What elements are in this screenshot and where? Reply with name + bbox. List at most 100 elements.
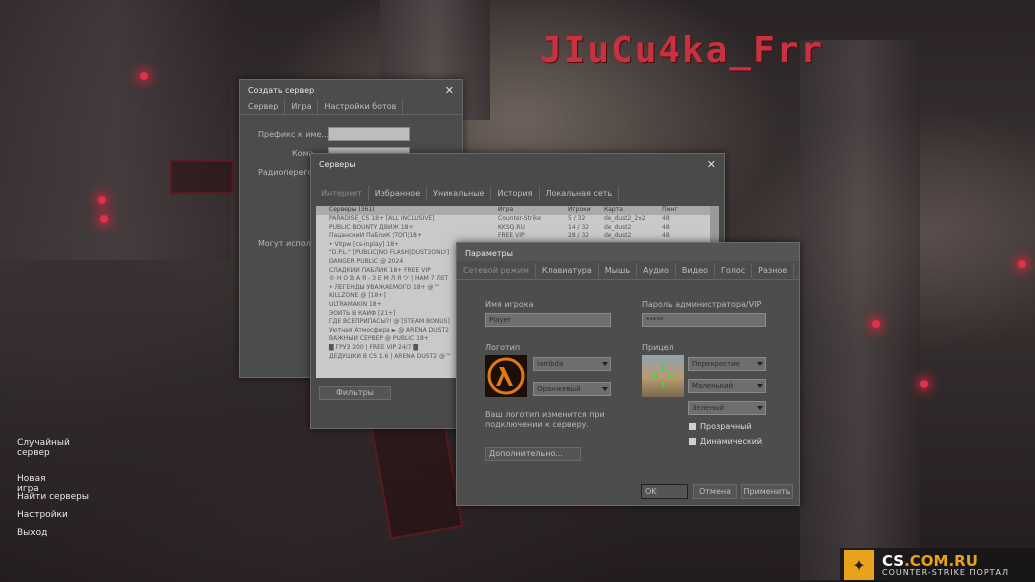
server-cell: ПацанскиЙ ПаБлиК ¦ТОП¦18+ xyxy=(329,232,422,240)
options-window: Параметры Сетевой режим Клавиатура Мышь … xyxy=(456,242,800,506)
tab-multiplayer[interactable]: Сетевой режим xyxy=(457,263,536,278)
soldier-icon: ✦ xyxy=(844,550,874,580)
player-name-input[interactable]: Player xyxy=(485,313,611,327)
dynamic-label: Динамический xyxy=(700,437,763,446)
advanced-button[interactable]: Дополнительно... xyxy=(485,447,581,461)
tab-mouse[interactable]: Мышь xyxy=(599,263,638,278)
clan-logo-text: JIuCu4ka_Frr xyxy=(540,30,825,71)
server-list-header: Серверы (361) Игра Игроки Карта Пинг xyxy=(316,206,719,215)
column-game[interactable]: Игра xyxy=(498,206,568,215)
watermark-title: CS.COM.RU xyxy=(882,551,1009,570)
crosshair-color-value: Зеленый xyxy=(692,404,725,412)
column-ping[interactable]: Пинг xyxy=(662,206,692,215)
chevron-down-icon xyxy=(602,362,608,366)
server-cell: 48 xyxy=(662,215,670,222)
options-tabs: Сетевой режим Клавиатура Мышь Аудио Виде… xyxy=(457,263,795,278)
server-cell: 14 / 32 xyxy=(568,223,590,231)
close-icon[interactable]: ✕ xyxy=(707,158,716,171)
bg-light xyxy=(98,196,106,204)
window-title: Серверы xyxy=(319,160,356,169)
server-row[interactable]: PUBLIC BOUNTY ДВИЖ 18+ KKSQ.RU 14 / 32 de_d… xyxy=(316,224,719,233)
crosshair-type-value: Перекрестие xyxy=(692,360,741,368)
crosshair-size-select[interactable]: Маленький xyxy=(688,379,766,393)
create-server-tabs: Сервер Игра Настройки ботов xyxy=(242,99,404,114)
server-cell: 28 / 32 xyxy=(568,232,590,240)
bg-pillar xyxy=(800,40,920,580)
bg-light xyxy=(1018,260,1026,268)
watermark-title-a: CS xyxy=(882,551,905,570)
bg-light xyxy=(872,320,880,328)
logo-color-value: Оранжевый xyxy=(537,385,581,393)
crosshair-preview xyxy=(642,355,684,397)
menu-quit[interactable]: Выход xyxy=(17,528,47,538)
column-players[interactable]: Игроки xyxy=(568,206,604,215)
cancel-button[interactable]: Отмена xyxy=(693,484,737,499)
tab-game[interactable]: Игра xyxy=(285,99,319,114)
chevron-down-icon xyxy=(757,384,763,388)
server-cell: 48 xyxy=(662,232,670,240)
chevron-down-icon xyxy=(757,406,763,410)
logo-select-value: lambda xyxy=(537,360,564,368)
crosshair-label: Прицел xyxy=(642,343,674,352)
admin-password-label: Пароль администратора/VIP xyxy=(642,300,762,309)
menu-new-game[interactable]: Новая игра xyxy=(17,474,46,494)
logo-select[interactable]: lambda xyxy=(533,357,611,371)
tab-video[interactable]: Видео xyxy=(676,263,715,278)
column-servers[interactable]: Серверы (361) xyxy=(316,206,498,215)
server-row[interactable]: ПацанскиЙ ПаБлиК ¦ТОП¦18+ FREE VIP 28 / 32… xyxy=(316,232,719,241)
transparent-checkbox[interactable] xyxy=(689,423,696,430)
tab-lan[interactable]: Локальная сеть xyxy=(540,186,620,201)
menu-random-server[interactable]: Случайный сервер xyxy=(17,438,70,458)
chevron-down-icon xyxy=(602,387,608,391)
bg-crate xyxy=(170,160,234,194)
tab-unique[interactable]: Уникальные xyxy=(427,186,492,201)
server-cell: KKSQ.RU xyxy=(498,223,525,231)
filters-button[interactable]: Фильтры xyxy=(319,386,391,400)
ok-button[interactable]: OK xyxy=(641,484,688,499)
radio-label: Радиоперегов xyxy=(258,168,318,177)
server-cell: de_dust2 xyxy=(604,223,632,231)
dynamic-checkbox[interactable] xyxy=(689,438,696,445)
admin-password-input[interactable]: ***** xyxy=(642,313,766,327)
server-cell: de_dust2 xyxy=(604,232,632,240)
tab-misc[interactable]: Разное xyxy=(752,263,795,278)
player-name-label: Имя игрока xyxy=(485,300,534,309)
server-cell: PUBLIC BOUNTY ДВИЖ 18+ xyxy=(329,223,414,231)
watermark-title-b: .COM.RU xyxy=(904,551,978,570)
crosshair-icon xyxy=(662,365,664,371)
tab-voice[interactable]: Голос xyxy=(715,263,753,278)
tab-server[interactable]: Сервер xyxy=(242,99,286,114)
prefix-label: Префикс к име... xyxy=(258,130,329,139)
logo-note: Ваш логотип изменится при подключении к … xyxy=(485,410,605,429)
server-cell: 48 xyxy=(662,223,670,231)
crosshair-color-select[interactable]: Зеленый xyxy=(688,401,766,415)
logo-label: Логотип xyxy=(485,343,521,352)
close-icon[interactable]: ✕ xyxy=(445,84,454,97)
site-watermark: ✦ CS.COM.RU COUNTER-STRIKE ПОРТАЛ xyxy=(840,548,1035,582)
bg-crate xyxy=(370,414,464,540)
tab-internet[interactable]: Интернет xyxy=(315,186,369,201)
servers-tabs: Интернет Избранное Уникальные История Ло… xyxy=(315,186,620,201)
crosshair-size-value: Маленький xyxy=(692,382,734,390)
server-cell: de_dust2_2x2 xyxy=(604,215,646,222)
tab-history[interactable]: История xyxy=(491,186,540,201)
prefix-input[interactable] xyxy=(328,127,410,141)
apply-button[interactable]: Применить xyxy=(741,484,793,499)
server-cell: PARADISE_CS 18+ [ALL INCLUSIVE] xyxy=(329,215,435,222)
chevron-down-icon xyxy=(757,362,763,366)
column-map[interactable]: Карта xyxy=(604,206,662,215)
tab-bots[interactable]: Настройки ботов xyxy=(318,99,404,114)
server-cell: Counter-Strike xyxy=(498,215,542,222)
window-title: Создать сервер xyxy=(248,86,315,95)
menu-find-servers[interactable]: Найти серверы xyxy=(17,492,137,502)
logo-color-select[interactable]: Оранжевый xyxy=(533,382,611,396)
menu-settings[interactable]: Настройки xyxy=(17,510,68,520)
server-row[interactable]: PARADISE_CS 18+ [ALL INCLUSIVE] Counter-S… xyxy=(316,215,719,224)
bg-pillar xyxy=(0,0,230,260)
crosshair-type-select[interactable]: Перекрестие xyxy=(688,357,766,371)
window-title: Параметры xyxy=(465,249,513,258)
tab-audio[interactable]: Аудио xyxy=(637,263,676,278)
tab-keyboard[interactable]: Клавиатура xyxy=(536,263,599,278)
tab-favorites[interactable]: Избранное xyxy=(369,186,428,201)
bg-light xyxy=(140,72,148,80)
